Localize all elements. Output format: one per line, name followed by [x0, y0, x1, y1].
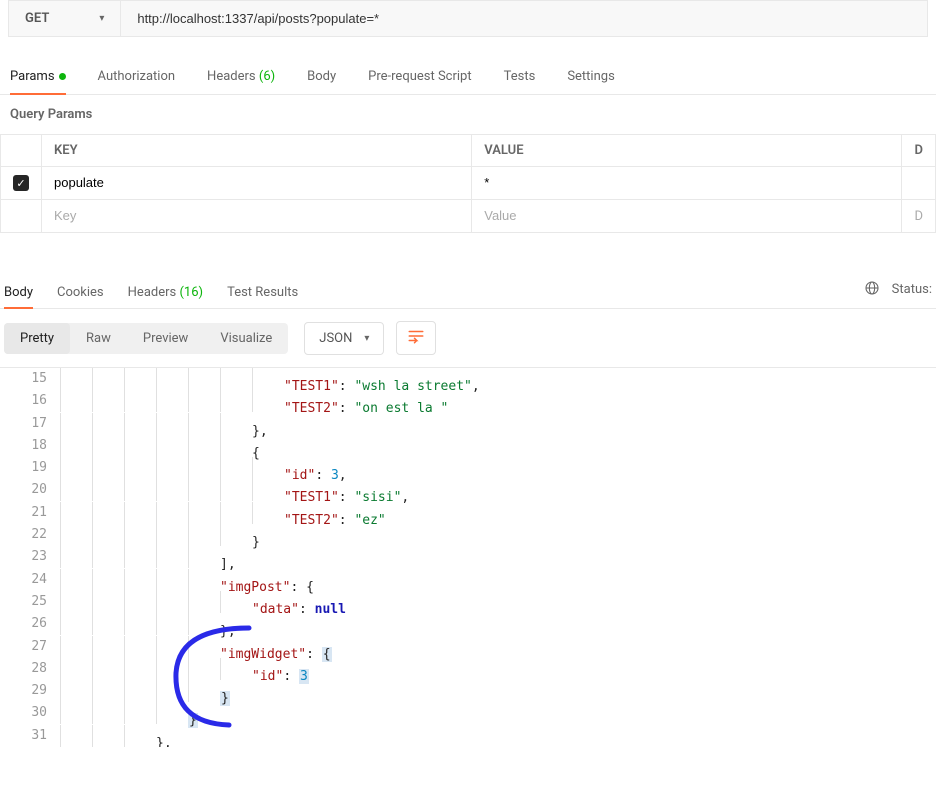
code-line: "id": 3, [56, 457, 936, 479]
code-line: "id": 3 [56, 658, 936, 680]
params-modified-dot [59, 73, 66, 80]
wrap-lines-button[interactable] [396, 321, 436, 355]
th-value: VALUE [472, 135, 902, 167]
tab-tests[interactable]: Tests [504, 61, 536, 94]
http-method-label: GET [25, 11, 49, 26]
row-checkbox[interactable]: ✓ [13, 175, 29, 191]
param-value-input[interactable] [484, 208, 889, 223]
code-line: }, [56, 613, 936, 635]
code-line: "TEST1": "wsh la street", [56, 368, 936, 390]
tab-settings[interactable]: Settings [567, 61, 614, 94]
request-line: GET ▾ [8, 0, 928, 37]
code-line: } [56, 680, 936, 702]
http-method-dropdown[interactable]: GET ▾ [9, 1, 121, 36]
param-value-input[interactable] [484, 175, 889, 190]
code-line: { [56, 435, 936, 457]
code-line: } [56, 702, 936, 724]
tab-authorization[interactable]: Authorization [98, 61, 176, 94]
tab-body[interactable]: Body [307, 61, 336, 94]
status-label: Status: [892, 282, 932, 297]
th-key: KEY [42, 135, 472, 167]
code-line: "imgPost": { [56, 569, 936, 591]
code-line: }, [56, 725, 936, 747]
request-url-input[interactable] [121, 1, 927, 36]
code-line: "data": null [56, 591, 936, 613]
code-line: "TEST2": "on est la " [56, 390, 936, 412]
response-view-controls: Pretty Raw Preview Visualize JSON ▾ [0, 309, 936, 367]
param-key-input[interactable] [54, 175, 459, 190]
query-params-table: KEY VALUE D ✓ D [0, 134, 936, 233]
view-preview[interactable]: Preview [127, 323, 204, 354]
globe-icon[interactable] [864, 280, 880, 300]
code-line: } [56, 524, 936, 546]
chevron-down-icon: ▾ [364, 333, 369, 344]
code-line: "TEST1": "sisi", [56, 479, 936, 501]
param-key-input[interactable] [54, 208, 459, 223]
view-raw[interactable]: Raw [70, 323, 127, 354]
code-line: "TEST2": "ez" [56, 502, 936, 524]
response-tab-cookies[interactable]: Cookies [57, 277, 104, 308]
response-tab-headers[interactable]: Headers (16) [128, 277, 203, 308]
format-dropdown[interactable]: JSON ▾ [304, 322, 384, 355]
code-lines: "TEST1": "wsh la street","TEST2": "on es… [56, 368, 936, 747]
request-tabs: Params Authorization Headers (6) Body Pr… [0, 61, 936, 95]
code-line: ], [56, 546, 936, 568]
query-params-title: Query Params [0, 95, 936, 134]
response-tab-testresults[interactable]: Test Results [227, 277, 298, 308]
tab-prerequest[interactable]: Pre-request Script [368, 61, 471, 94]
response-body-code[interactable]: 1516171819202122232425262728293031 "TEST… [0, 367, 936, 747]
tab-params[interactable]: Params [10, 61, 66, 94]
table-row: ✓ [1, 167, 936, 200]
response-tab-body[interactable]: Body [4, 277, 33, 308]
response-tabs: Body Cookies Headers (16) Test Results S… [0, 277, 936, 309]
table-row: D [1, 200, 936, 233]
code-line: "imgWidget": { [56, 636, 936, 658]
view-visualize[interactable]: Visualize [204, 323, 288, 354]
th-desc: D [902, 135, 936, 167]
tab-headers[interactable]: Headers (6) [207, 61, 275, 94]
line-number-gutter: 1516171819202122232425262728293031 [0, 368, 56, 747]
chevron-down-icon: ▾ [99, 13, 104, 24]
view-pretty[interactable]: Pretty [4, 323, 70, 354]
code-line: }, [56, 413, 936, 435]
